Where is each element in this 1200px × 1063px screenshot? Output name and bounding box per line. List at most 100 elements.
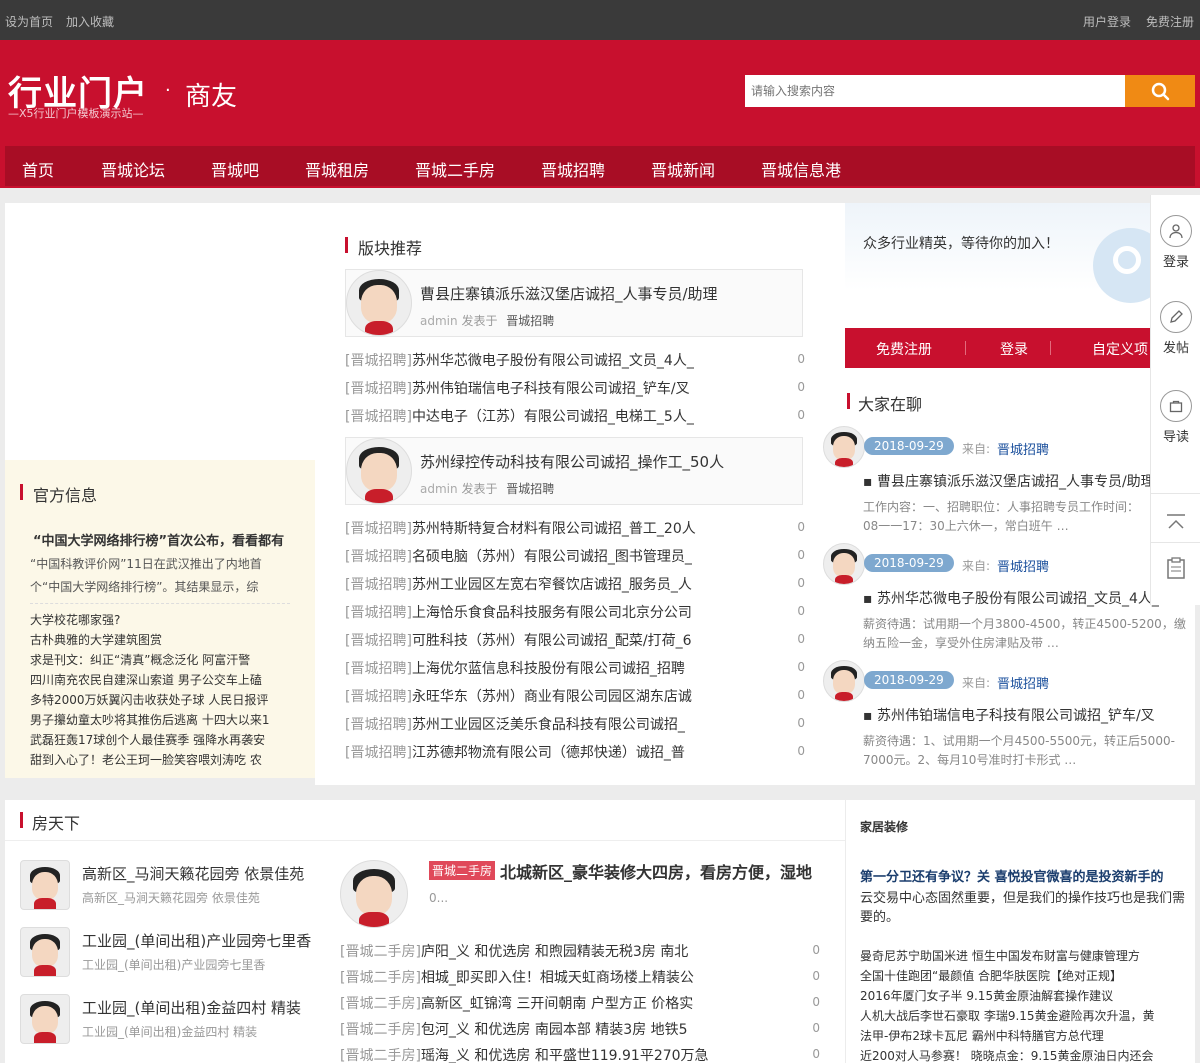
nav-item-news[interactable]: 晋城新闻 [651,157,715,181]
house-item[interactable]: 工业园_(单间出租)金益四村 精装 工业园_(单间出租)金益四村 精装 [20,994,320,1061]
chat-title[interactable]: ▪ 苏州伟铂瑞信电子科技有限公司诚招_铲车/叉 [863,705,1155,725]
nav-item-second-house[interactable]: 晋城二手房 [415,157,495,181]
list-category[interactable]: [晋城二手房] [340,996,421,1012]
set-home-link[interactable]: 设为首页 [5,13,53,30]
list-category[interactable]: [晋城二手房] [340,944,421,960]
chat-item[interactable]: 2018-09-29 来自: 晋城招聘 ▪ 曹县庄寨镇派乐滋汉堡店诚招_人事专员… [820,426,1190,543]
official-list-item[interactable]: 甜到入心了！老公王珂一脸笑容喂刘涛吃 农 [30,750,300,770]
nav-item-home[interactable]: 首页 [22,157,54,181]
author[interactable]: admin [420,314,458,328]
house-title[interactable]: 高新区_马涧天籁花园旁 依景佳苑 [82,863,304,884]
decor-headline[interactable]: 第一分卫还有争议？关 喜悦投官微喜的是投资新手的 [860,866,1190,885]
side-login-button[interactable]: 登录 [1151,215,1200,270]
house-item[interactable]: 工业园_(单间出租)产业园旁七里香 工业园_(单间出租)产业园旁七里香 [20,927,320,994]
nav-item-forum[interactable]: 晋城论坛 [101,157,165,181]
author[interactable]: admin [420,482,458,496]
decor-list-item[interactable]: 2016年厦门女子半 9.15黄金原油解套操作建议 [860,986,1190,1006]
free-register-link[interactable]: 免费注册 [1146,13,1194,30]
list-item[interactable]: [晋城招聘]上海恰乐食食品科技服务有限公司北京分公司 0 [345,602,805,630]
list-item[interactable]: [晋城招聘]中达电子（江苏）有限公司诚招_电梯工_5人_ 0 [345,406,805,434]
bar-login-link[interactable]: 登录 [1000,339,1028,359]
list-category[interactable]: [晋城招聘] [345,521,412,537]
list-title[interactable]: 中达电子（江苏）有限公司诚招_电梯工_5人_ [412,409,694,425]
list-item[interactable]: [晋城二手房]高新区_虹锦湾 三开间朝南 户型方正 价格实 0 [340,993,820,1019]
chat-item[interactable]: 2018-09-29 来自: 晋城招聘 ▪ 苏州伟铂瑞信电子科技有限公司诚招_铲… [820,660,1190,777]
search-button[interactable] [1125,75,1195,107]
chat-title-text[interactable]: 曹县庄寨镇派乐滋汉堡店诚招_人事专员/助理 [877,474,1155,490]
chat-item[interactable]: 2018-09-29 来自: 晋城招聘 ▪ 苏州华芯微电子股份有限公司诚招_文员… [820,543,1190,660]
category-link[interactable]: 晋城招聘 [506,482,554,496]
list-title[interactable]: 苏州伟铂瑞信电子科技有限公司诚招_铲车/叉 [412,381,690,397]
list-title[interactable]: 高新区_虹锦湾 三开间朝南 户型方正 价格实 [421,996,693,1012]
list-category[interactable]: [晋城二手房] [340,970,421,986]
house-thumbnail[interactable] [20,927,70,977]
nav-item-rent[interactable]: 晋城租房 [305,157,369,181]
side-guide-button[interactable]: 导读 [1151,390,1200,445]
list-item[interactable]: [晋城招聘]上海优尔蓝信息科技股份有限公司诚招_招聘 0 [345,658,805,686]
nav-item-tieba[interactable]: 晋城吧 [211,157,259,181]
official-list-item[interactable]: 求是刊文：纠正“清真”概念泛化 阿富汗警 [30,650,300,670]
list-title[interactable]: 江苏德邦物流有限公司（德邦快递）诚招_普 [412,745,685,761]
list-title[interactable]: 永旺华东（苏州）商业有限公司园区湖东店诚 [412,689,692,705]
clipboard-icon[interactable] [1166,557,1186,583]
list-item[interactable]: [晋城二手房]相城_即买即入住！相城天虹商场楼上精装公 0 [340,967,820,993]
category-link[interactable]: 晋城招聘 [506,314,554,328]
bar-register-link[interactable]: 免费注册 [876,339,932,359]
list-title[interactable]: 苏州工业园区左宽右窄餐饮店诚招_服务员_人 [412,577,692,593]
official-list-item[interactable]: 多特2000万妖翼闪击收获处子球 人民日报评 [30,690,300,710]
chat-title-text[interactable]: 苏州伟铂瑞信电子科技有限公司诚招_铲车/叉 [877,708,1155,724]
decor-list-item[interactable]: 法甲-伊布2球卡瓦尼 霸州中科特膳官方总代理 [860,1026,1190,1046]
side-post-button[interactable]: 发帖 [1151,301,1200,356]
list-category[interactable]: [晋城招聘] [345,605,412,621]
list-title[interactable]: 名硕电脑（苏州）有限公司诚招_图书管理员_ [412,549,692,565]
add-favorite-link[interactable]: 加入收藏 [66,13,114,30]
official-headline[interactable]: “中国大学网络排行榜”首次公布，看看都有 [33,530,284,549]
list-title[interactable]: 上海恰乐食食品科技服务有限公司北京分公司 [412,605,692,621]
list-item[interactable]: [晋城招聘]苏州华芯微电子股份有限公司诚招_文员_4人_ 0 [345,350,805,378]
decor-list-item[interactable]: 近200对人马参赛！ 晓晓点金：9.15黄金原油日内还会 [860,1046,1190,1063]
house-thumbnail[interactable] [20,994,70,1044]
list-item[interactable]: [晋城招聘]名硕电脑（苏州）有限公司诚招_图书管理员_ 0 [345,546,805,574]
list-title[interactable]: 苏州工业园区泛美乐食品科技有限公司诚招_ [412,717,685,733]
list-item[interactable]: [晋城招聘]江苏德邦物流有限公司（德邦快递）诚招_普 0 [345,742,805,770]
list-category[interactable]: [晋城招聘] [345,381,412,397]
list-title[interactable]: 苏州特斯特复合材料有限公司诚招_普工_20人 [412,521,696,537]
list-item[interactable]: [晋城招聘]苏州工业园区泛美乐食品科技有限公司诚招_ 0 [345,714,805,742]
list-category[interactable]: [晋城招聘] [345,661,412,677]
chat-title[interactable]: ▪ 苏州华芯微电子股份有限公司诚招_文员_4人_ [863,588,1159,608]
list-item[interactable]: [晋城招聘]苏州工业园区左宽右窄餐饮店诚招_服务员_人 0 [345,574,805,602]
list-title[interactable]: 瑶海_义 和优选房 和平盛世119.91平270万急 [421,1048,709,1063]
list-item[interactable]: [晋城招聘]苏州特斯特复合材料有限公司诚招_普工_20人 0 [345,518,805,546]
house-title[interactable]: 工业园_(单间出租)产业园旁七里香 [82,930,311,951]
user-login-link[interactable]: 用户登录 [1083,13,1131,30]
official-list-item[interactable]: 四川南充农民自建深山索道 男子公交车上磕 [30,670,300,690]
nav-item-jobs[interactable]: 晋城招聘 [541,157,605,181]
list-category[interactable]: [晋城二手房] [340,1022,421,1038]
decor-list-item[interactable]: 全国十佳跑团“最颜值 合肥华肤医院【绝对正规】 [860,966,1190,986]
list-title[interactable]: 可胜科技（苏州）有限公司诚招_配菜/打荷_6 [412,633,692,649]
list-item[interactable]: [晋城招聘]苏州伟铂瑞信电子科技有限公司诚招_铲车/叉 0 [345,378,805,406]
chat-category-link[interactable]: 晋城招聘 [997,556,1049,575]
list-title[interactable]: 庐阳_义 和优选房 和煦园精装无税3房 南北 [421,944,688,960]
list-item[interactable]: [晋城招聘]永旺华东（苏州）商业有限公司园区湖东店诚 0 [345,686,805,714]
chat-title[interactable]: ▪ 曹县庄寨镇派乐滋汉堡店诚招_人事专员/助理 [863,471,1155,491]
list-item[interactable]: [晋城二手房]包河_义 和优选房 南园本部 精装3房 地铁5 0 [340,1019,820,1045]
list-category[interactable]: [晋城招聘] [345,745,412,761]
featured-post-title[interactable]: 苏州绿控传动科技有限公司诚招_操作工_50人 [420,451,724,472]
house-thumbnail[interactable] [20,860,70,910]
list-category[interactable]: [晋城招聘] [345,549,412,565]
decor-list-item[interactable]: 人机大战后李世石豪取 李瑞9.15黄金避险再次升温，黄 [860,1006,1190,1026]
bar-custom-link[interactable]: 自定义项 [1092,339,1148,359]
house-title[interactable]: 工业园_(单间出租)金益四村 精装 [82,997,301,1018]
list-category[interactable]: [晋城招聘] [345,717,412,733]
list-item[interactable]: [晋城二手房]庐阳_义 和优选房 和煦园精装无税3房 南北 0 [340,941,820,967]
list-category[interactable]: [晋城二手房] [340,1048,421,1063]
list-category[interactable]: [晋城招聘] [345,633,412,649]
list-title[interactable]: 相城_即买即入住！相城天虹商场楼上精装公 [421,970,694,986]
list-category[interactable]: [晋城招聘] [345,409,412,425]
chat-title-text[interactable]: 苏州华芯微电子股份有限公司诚招_文员_4人_ [877,591,1159,607]
list-category[interactable]: [晋城招聘] [345,353,412,369]
back-to-top-icon[interactable] [1165,513,1187,535]
featured-post-title[interactable]: 曹县庄寨镇派乐滋汉堡店诚招_人事专员/助理 [420,283,718,304]
list-title[interactable]: 包河_义 和优选房 南园本部 精装3房 地铁5 [421,1022,688,1038]
